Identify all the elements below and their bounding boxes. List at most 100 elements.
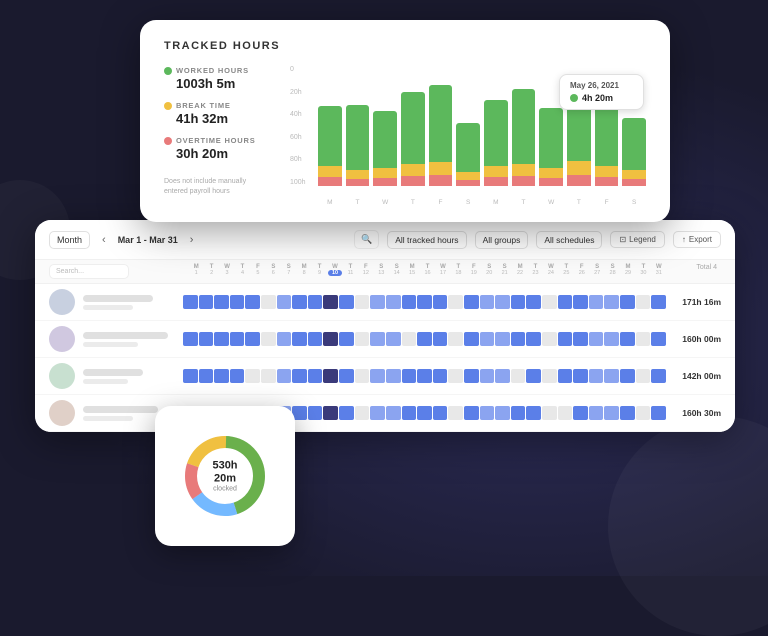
hours-filter-btn[interactable]: All tracked hours [387, 231, 466, 249]
day-col-23: W24 [544, 264, 558, 279]
chart-tooltip: May 26, 2021 4h 20m [559, 74, 644, 110]
tracked-hours-title: TRACKED HOURS [164, 40, 646, 52]
day-cell-1-21 [511, 332, 526, 346]
day-col-18: F19 [467, 264, 481, 279]
day-cell-3-27 [604, 406, 619, 420]
day-cell-3-30 [651, 406, 666, 420]
search-icon: 🔍 [361, 234, 372, 245]
legend-break-label: BREAK TIME [164, 101, 274, 110]
day-cell-1-26 [589, 332, 604, 346]
day-cell-2-2 [214, 369, 229, 383]
day-col-6: S7 [282, 264, 296, 279]
bar-group-6 [484, 66, 508, 186]
day-cell-2-9 [323, 369, 338, 383]
bar-pink [484, 177, 508, 186]
day-col-3: T4 [235, 264, 249, 279]
day-cell-0-13 [386, 295, 401, 309]
day-cell-3-23 [542, 406, 557, 420]
x-label-10: F [595, 199, 619, 206]
name-bar [83, 406, 158, 413]
x-label-3: T [401, 199, 425, 206]
day-cell-1-29 [636, 332, 651, 346]
legend-button[interactable]: ⊡ Legend [610, 231, 664, 248]
day-cell-0-3 [230, 295, 245, 309]
month-button[interactable]: Month [49, 231, 90, 249]
table-row-3: 160h 30m [35, 395, 735, 432]
groups-filter-btn[interactable]: All groups [475, 231, 529, 249]
bar-group-1 [346, 66, 370, 186]
day-cell-1-1 [199, 332, 214, 346]
day-cell-0-25 [573, 295, 588, 309]
bar-green [484, 100, 508, 166]
day-cell-2-24 [558, 369, 573, 383]
date-range: Mar 1 - Mar 31 [118, 235, 178, 245]
search-box[interactable]: 🔍 [354, 230, 379, 249]
bar-group-7 [512, 66, 536, 186]
name-bar [83, 295, 153, 302]
day-cell-2-30 [651, 369, 666, 383]
day-col-14: M15 [405, 264, 419, 279]
day-cell-0-16 [433, 295, 448, 309]
day-cell-1-27 [604, 332, 619, 346]
name-col-2 [83, 369, 183, 384]
table-toolbar: Month ‹ Mar 1 - Mar 31 › 🔍 All tracked h… [35, 220, 735, 260]
day-cell-2-1 [199, 369, 214, 383]
bar-group-0 [318, 66, 342, 186]
name-bar [83, 332, 168, 339]
table-rows: 171h 16m 160h 00m 142h 00m 160h 30m [35, 284, 735, 432]
day-cell-1-11 [355, 332, 370, 346]
bar-yellow [346, 170, 370, 179]
day-cell-0-8 [308, 295, 323, 309]
day-col-15: T16 [420, 264, 434, 279]
name-col-1 [83, 332, 183, 347]
day-cell-3-15 [417, 406, 432, 420]
day-cell-0-6 [277, 295, 292, 309]
legend-worked-label: WORKED HOURS [164, 66, 274, 75]
day-cell-1-19 [480, 332, 495, 346]
prev-arrow[interactable]: ‹ [98, 232, 110, 248]
export-icon: ↑ [682, 235, 686, 244]
worked-value: 1003h 5m [164, 76, 274, 91]
period-selector[interactable]: Month [49, 231, 90, 249]
day-cell-1-3 [230, 332, 245, 346]
name-bar2 [83, 342, 138, 347]
day-cell-1-12 [370, 332, 385, 346]
day-col-1: T2 [204, 264, 218, 279]
bar-green [512, 89, 536, 164]
tracked-hours-body: WORKED HOURS 1003h 5m BREAK TIME 41h 32m… [164, 66, 646, 206]
day-col-11: F12 [359, 264, 373, 279]
day-col-0: M1 [189, 264, 203, 279]
search-input-box[interactable]: Search... [49, 264, 129, 279]
bar-green [456, 123, 480, 172]
day-cell-0-18 [464, 295, 479, 309]
bar-yellow [456, 172, 480, 180]
day-cell-3-21 [511, 406, 526, 420]
day-col-24: T25 [559, 264, 573, 279]
day-cell-3-19 [480, 406, 495, 420]
day-cell-1-22 [526, 332, 541, 346]
next-arrow[interactable]: › [186, 232, 198, 248]
bar-pink [567, 175, 591, 186]
avatar-1 [49, 326, 75, 352]
bar-green [401, 92, 425, 164]
day-cell-1-7 [292, 332, 307, 346]
day-cell-2-4 [245, 369, 260, 383]
day-cell-2-29 [636, 369, 651, 383]
day-cell-0-20 [495, 295, 510, 309]
name-bar [83, 369, 143, 376]
worked-dot [164, 67, 172, 75]
row-total-2: 142h 00m [666, 371, 721, 381]
day-cell-3-28 [620, 406, 635, 420]
day-col-26: S27 [590, 264, 604, 279]
day-cell-0-9 [323, 295, 338, 309]
day-cell-0-26 [589, 295, 604, 309]
bar-pink [318, 177, 342, 186]
overtime-value: 30h 20m [164, 146, 274, 161]
export-button[interactable]: ↑ Export [673, 231, 721, 248]
schedules-filter-btn[interactable]: All schedules [536, 231, 602, 249]
legend-icon: ⊡ [619, 235, 626, 244]
bar-green [346, 105, 370, 170]
bar-green [429, 85, 453, 162]
day-cell-0-1 [199, 295, 214, 309]
row-days-2 [183, 369, 666, 383]
